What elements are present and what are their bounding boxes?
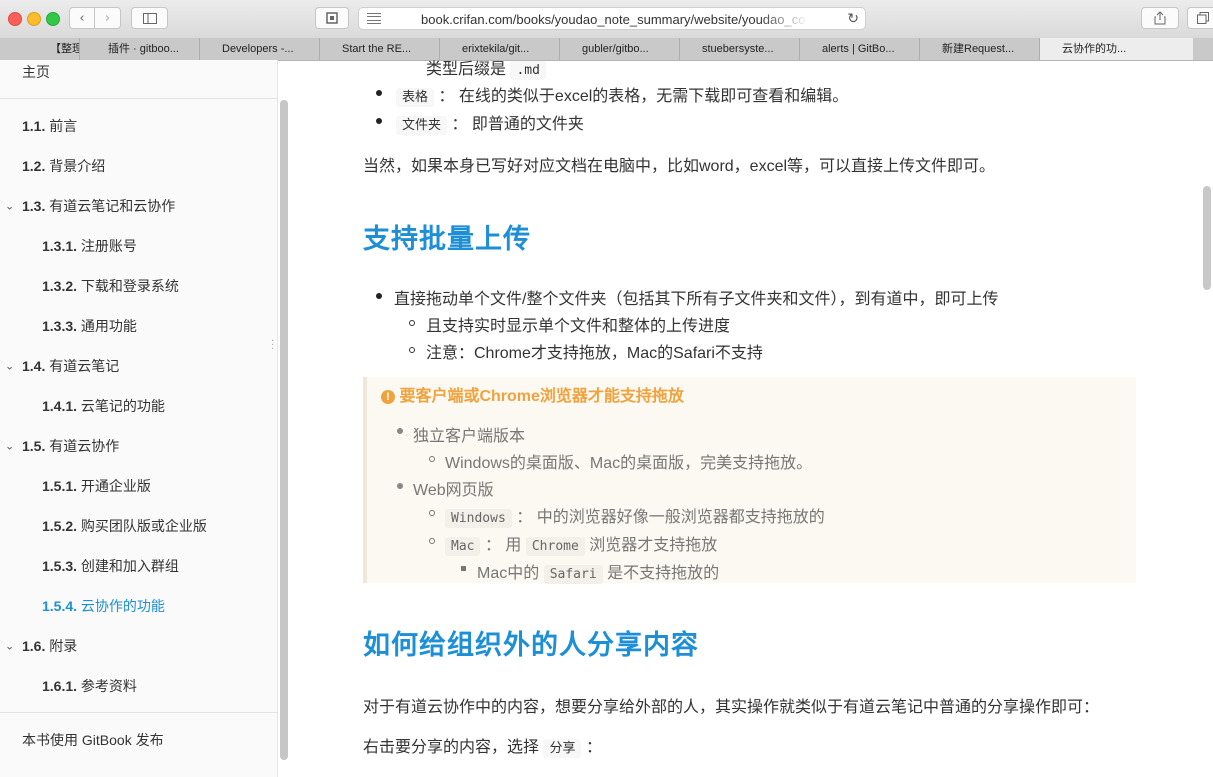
warning-callout: ! 要客户端或Chrome浏览器才能支持拖放 独立客户端版本 Windows的桌… — [363, 377, 1136, 584]
bullet — [409, 347, 415, 353]
chevron-left-icon: ‹ — [79, 10, 85, 26]
address-bar[interactable]: book.crifan.com/books/youdao_note_summar… — [358, 7, 866, 30]
sidebar-item-1-4-1[interactable]: 1.4.1. 云笔记的功能 — [0, 386, 277, 426]
square-icon — [326, 12, 338, 24]
chevron-down-icon[interactable]: ⌄ — [5, 640, 14, 653]
tab-6[interactable]: stuebersyste... — [680, 38, 800, 60]
sidebar-resize-handle[interactable]: · · · — [271, 337, 274, 355]
tab-overview-button[interactable] — [315, 7, 349, 29]
sidebar-item-home[interactable]: 主页 — [0, 52, 277, 92]
browser-toolbar: ‹ › book.crifan.com/books/youdao_note_su… — [0, 0, 1213, 39]
tab-4[interactable]: erixtekila/git... — [440, 38, 560, 60]
section-heading-upload: 支持批量上传 — [363, 224, 531, 254]
list-item: Windows的桌面版、Mac的桌面版，完美支持拖放。 — [445, 455, 813, 472]
share-button[interactable] — [1141, 7, 1179, 29]
close-window-button[interactable] — [8, 12, 22, 26]
bullet — [397, 428, 403, 434]
back-button[interactable]: ‹ — [69, 7, 95, 29]
bullet — [376, 90, 382, 96]
bullet — [429, 510, 435, 516]
reload-icon[interactable]: ↻ — [847, 10, 859, 27]
chevron-down-icon[interactable]: ⌄ — [5, 440, 14, 453]
tab-3[interactable]: Start the RE... — [320, 38, 440, 60]
tabs-icon — [1197, 12, 1209, 24]
sidebar-divider — [0, 98, 277, 99]
section-heading-share: 如何给组织外的人分享内容 — [363, 630, 699, 660]
bullet — [461, 566, 466, 571]
list-item: Mac ： 用 Chrome 浏览器才支持拖放 — [445, 531, 717, 556]
sidebar-item-1-3-3[interactable]: 1.3.3. 通用功能 — [0, 306, 277, 346]
bullet — [429, 456, 435, 462]
list-item: Web网页版 — [413, 482, 494, 499]
bullet — [429, 538, 435, 544]
tab-7[interactable]: alerts | GitBo... — [800, 38, 920, 60]
sidebar-item-1-3-1[interactable]: 1.3.1. 注册账号 — [0, 226, 277, 266]
list-item: 独立客户端版本 — [413, 428, 526, 445]
chevron-down-icon[interactable]: ⌄ — [5, 200, 14, 213]
history-nav: ‹ › — [69, 7, 121, 29]
bullet — [376, 293, 382, 299]
gitbook-link[interactable]: 本书使用 GitBook 发布 — [0, 720, 277, 760]
minimize-window-button[interactable] — [27, 12, 41, 26]
chevron-right-icon: › — [104, 10, 111, 26]
forward-button[interactable]: › — [95, 7, 121, 29]
sidebar-item-1-1[interactable]: 1.1. 前言 — [0, 106, 277, 146]
list-item: Windows ： 中的浏览器好像一般浏览器都支持拖放的 — [445, 503, 825, 528]
list-item: 直接拖动单个文件/整个文件夹（包括其下所有子文件夹和文件），到有道中，即可上传 — [394, 291, 999, 308]
list-item: 类型后缀是 .md — [426, 60, 546, 80]
book-sidebar: 主页 1.1. 前言 1.2. 背景介绍 ⌄ 1.3. 有道云笔记和云协作 1.3… — [0, 60, 278, 777]
book-content: 类型后缀是 .md 表格 ： 在线的类似于excel的表格，无需下载即可查看和编… — [290, 60, 1203, 777]
share-icon — [1154, 11, 1166, 25]
list-item-table: 表格 ： 在线的类似于excel的表格，无需下载即可查看和编辑。 — [396, 82, 848, 107]
paragraph: 右击要分享的内容，选择 分享 ： — [363, 739, 602, 758]
sidebar-item-1-5-2[interactable]: 1.5.2. 购买团队版或企业版 — [0, 506, 277, 546]
paragraph: 对于有道云协作中的内容，想要分享给外部的人，其实操作就类似于有道云笔记中普通的分… — [363, 699, 1100, 716]
sidebar-scrollbar[interactable] — [280, 100, 288, 760]
sidebar-item-1-5-4-active[interactable]: 1.5.4. 云协作的功能 — [0, 586, 277, 626]
sidebar-icon — [142, 12, 157, 24]
sidebar-item-1-2[interactable]: 1.2. 背景介绍 — [0, 146, 277, 186]
warning-icon: ! — [381, 390, 395, 404]
sidebar-item-1-6[interactable]: ⌄ 1.6. 附录 — [0, 626, 277, 666]
list-item-folder: 文件夹 ： 即普通的文件夹 — [396, 110, 584, 135]
sidebar-item-1-3-2[interactable]: 1.3.2. 下载和登录系统 — [0, 266, 277, 306]
paragraph: 当然，如果本身已写好对应文档在电脑中，比如word，excel等，可以直接上传文… — [363, 158, 996, 175]
zoom-window-button[interactable] — [46, 12, 60, 26]
sidebar-item-1-3[interactable]: ⌄ 1.3. 有道云笔记和云协作 — [0, 186, 277, 226]
sidebar-toggle-button[interactable] — [131, 7, 168, 29]
tab-9-active[interactable]: 云协作的功... — [1040, 38, 1193, 60]
sidebar-divider — [0, 712, 277, 713]
url-text: book.crifan.com/books/youdao_note_summar… — [421, 12, 806, 27]
sidebar-item-1-5[interactable]: ⌄ 1.5. 有道云协作 — [0, 426, 277, 466]
bullet — [397, 483, 403, 489]
sidebar-item-1-4[interactable]: ⌄ 1.4. 有道云笔记 — [0, 346, 277, 386]
list-item: 且支持实时显示单个文件和整体的上传进度 — [426, 318, 731, 335]
list-item: 注意：Chrome才支持拖放，Mac的Safari不支持 — [426, 345, 763, 362]
chevron-down-icon[interactable]: ⌄ — [5, 360, 14, 373]
tab-5[interactable]: gubler/gitbo... — [560, 38, 680, 60]
page-scrollbar[interactable] — [1203, 186, 1211, 290]
reader-list-icon[interactable] — [367, 13, 381, 24]
sidebar-item-1-5-1[interactable]: 1.5.1. 开通企业版 — [0, 466, 277, 506]
callout-title: ! 要客户端或Chrome浏览器才能支持拖放 — [381, 382, 684, 406]
bullet — [409, 320, 415, 326]
list-item: Mac中的 Safari 是不支持拖放的 — [477, 565, 720, 584]
new-tab-button[interactable] — [1187, 7, 1213, 29]
tab-8[interactable]: 新建Request... — [920, 38, 1040, 60]
bullet — [376, 118, 382, 124]
sidebar-item-1-6-1[interactable]: 1.6.1. 参考资料 — [0, 666, 277, 706]
sidebar-item-1-5-3[interactable]: 1.5.3. 创建和加入群组 — [0, 546, 277, 586]
